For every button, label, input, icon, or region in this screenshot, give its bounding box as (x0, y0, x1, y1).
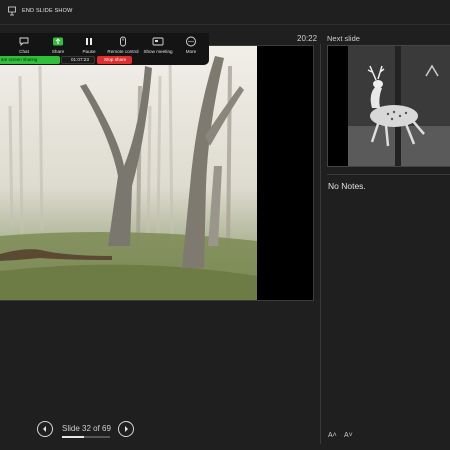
show-meeting-icon (152, 37, 164, 46)
show-meeting-button[interactable]: Show meeting (140, 36, 176, 54)
chevron-right-icon (125, 426, 128, 432)
notes-separator (327, 174, 450, 175)
current-slide[interactable] (0, 45, 314, 301)
pause-label: Pause (82, 49, 96, 54)
next-slide-label: Next slide (327, 34, 360, 43)
chat-label: Chat (19, 49, 29, 54)
increase-font-button[interactable]: A˄ (328, 432, 337, 439)
slide-progress-fill (62, 436, 85, 438)
remote-control-button[interactable]: Remote control (105, 36, 141, 54)
slide-counter[interactable]: Slide 32 of 69 (62, 424, 111, 433)
next-slide-photo-deer (328, 46, 450, 166)
panel-divider[interactable] (320, 44, 321, 444)
next-slide-button[interactable] (118, 421, 134, 437)
sharing-status-text: are screen sharing (1, 57, 38, 62)
chat-button[interactable]: Chat (6, 36, 42, 54)
slide-photo-foggy-forest (0, 46, 313, 300)
chat-icon (19, 37, 29, 47)
more-button[interactable]: More (173, 36, 209, 54)
show-meeting-label: Show meeting (143, 49, 173, 54)
more-label: More (185, 49, 197, 54)
chevron-left-icon (43, 426, 46, 432)
remote-control-icon (120, 36, 126, 47)
next-slide-preview[interactable] (327, 45, 450, 167)
stop-share-label: Stop share (104, 57, 127, 62)
presentation-exit-icon[interactable] (7, 6, 17, 16)
speaker-notes: No Notes. (328, 181, 366, 191)
pause-icon (86, 38, 92, 45)
decrease-font-button[interactable]: A˅ (344, 432, 353, 439)
more-icon (186, 36, 196, 47)
end-slide-show-button[interactable]: END SLIDE SHOW (22, 8, 72, 14)
previous-slide-button[interactable] (37, 421, 53, 437)
pause-button[interactable]: Pause (71, 36, 107, 54)
remote-control-label: Remote control (107, 49, 139, 54)
share-timer-text: 01:07:23 (71, 57, 89, 62)
elapsed-timer: 20:22 (297, 34, 318, 43)
share-screen-icon (53, 37, 63, 46)
